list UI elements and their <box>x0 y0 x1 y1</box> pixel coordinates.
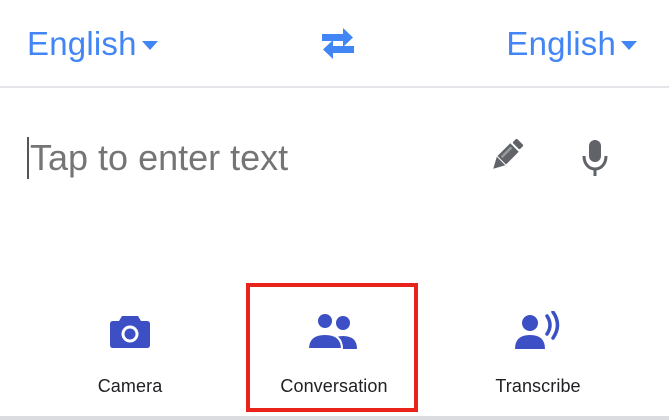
source-language-selector[interactable]: English <box>27 22 158 66</box>
conversation-icon-wrap <box>306 308 362 354</box>
target-language-selector[interactable]: English <box>506 22 637 66</box>
text-cursor <box>27 137 29 179</box>
swap-languages-button[interactable] <box>318 27 358 61</box>
pen-icon <box>493 138 524 169</box>
swap-arrows-icon <box>322 28 354 59</box>
conversation-mode-label: Conversation <box>280 376 388 396</box>
transcribe-icon-wrap <box>513 308 563 354</box>
camera-icon <box>110 316 150 348</box>
voice-input-button[interactable] <box>573 136 617 180</box>
bottom-divider <box>0 416 669 420</box>
camera-mode-label: Camera <box>97 376 163 396</box>
camera-icon-wrap <box>109 308 151 354</box>
translate-screen: English English Tap to enter text Camera… <box>0 0 669 420</box>
source-language-label: English <box>27 25 137 62</box>
transcribe-icon <box>515 311 560 349</box>
translation-text-input[interactable] <box>30 134 450 182</box>
transcribe-mode-button[interactable]: Transcribe <box>476 296 600 406</box>
people-icon <box>306 312 357 350</box>
microphone-icon <box>582 140 608 176</box>
camera-mode-button[interactable]: Camera <box>70 296 190 406</box>
language-bar: English English <box>0 0 669 88</box>
target-dropdown-caret-icon <box>621 40 637 50</box>
transcribe-mode-label: Transcribe <box>495 376 581 396</box>
target-language-label: English <box>506 25 616 62</box>
source-dropdown-caret-icon <box>141 40 158 50</box>
conversation-mode-button[interactable]: Conversation <box>256 296 412 406</box>
text-input-area <box>0 90 669 240</box>
handwriting-button[interactable] <box>484 134 528 178</box>
